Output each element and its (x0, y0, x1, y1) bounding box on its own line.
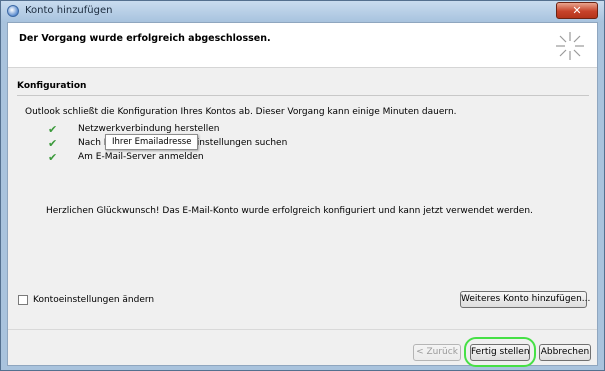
check-icon: ✔ (48, 137, 58, 150)
back-button[interactable]: < Zurück (413, 344, 461, 361)
checkbox-label[interactable]: Kontoeinstellungen ändern (33, 295, 154, 305)
outlook-icon (7, 5, 19, 17)
add-another-account-button[interactable]: Weiteres Konto hinzufügen... (460, 291, 590, 308)
checkbox-box[interactable] (18, 295, 28, 305)
step-label: Netzwerkverbindung herstellen (78, 124, 220, 134)
cancel-button[interactable]: Abbrechen (539, 344, 591, 361)
check-icon: ✔ (48, 151, 58, 164)
step-label: Am E-Mail-Server anmelden (78, 152, 204, 162)
add-account-dialog: Konto hinzufügen ✕ Der Vorgang wurde erf… (0, 0, 605, 371)
section-title: Konfiguration (17, 81, 87, 91)
header-text: Der Vorgang wurde erfolgreich abgeschlos… (19, 33, 271, 44)
dialog-body: Der Vorgang wurde erfolgreich abgeschlos… (7, 22, 598, 367)
window-title: Konto hinzufügen (25, 5, 113, 16)
title-bar[interactable]: Konto hinzufügen ✕ (1, 1, 604, 21)
tooltip: Ihrer Emailadresse (105, 134, 199, 150)
finish-button-highlight (464, 337, 536, 367)
section-divider (17, 95, 589, 96)
check-icon: ✔ (48, 123, 58, 136)
success-message: Herzlichen Glückwunsch! Das E-Mail-Konto… (46, 206, 533, 216)
footer-divider (8, 329, 597, 330)
close-button[interactable]: ✕ (556, 2, 598, 19)
header-pane: Der Vorgang wurde erfolgreich abgeschlos… (8, 23, 597, 68)
intro-text: Outlook schließt die Konfiguration Ihres… (25, 107, 457, 117)
wizard-sparkle-icon (556, 32, 584, 60)
